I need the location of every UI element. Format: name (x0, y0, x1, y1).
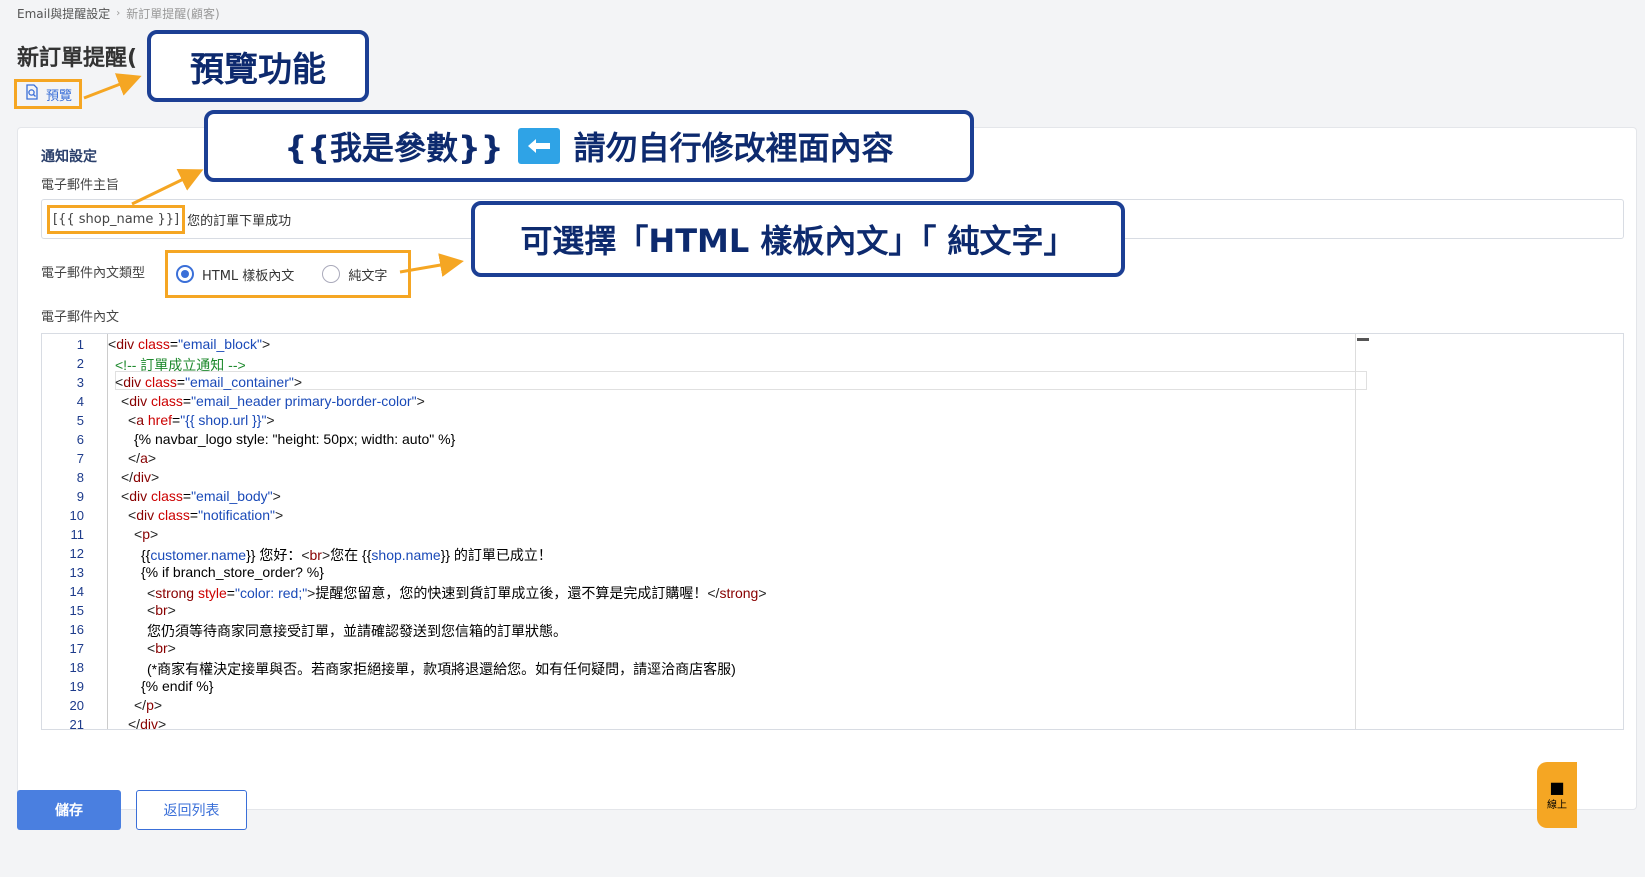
code-editor[interactable]: 1 2 3 4 5 6 7 8 9 10 11 12 13 14 15 16 17 18 19 20 21 <div c… (41, 333, 1624, 730)
subject-text: 您的訂單下單成功 (187, 213, 292, 229)
line-number: 9 (76, 489, 84, 504)
body-type-radio-group: HTML 樣板內文 純文字 (165, 250, 411, 298)
line-number: 2 (76, 356, 84, 371)
breadcrumb-parent-link[interactable]: Email與提醒設定 (17, 5, 110, 22)
preview-label: 預覽 (45, 88, 72, 104)
chat-widget-label: 線上 (1547, 799, 1567, 811)
body-label: 電子郵件內文 (41, 310, 120, 325)
line-number-gutter: 1 2 3 4 5 6 7 8 9 10 11 12 13 14 15 16 17 18 19 20 21 (42, 334, 108, 729)
radio-option-plain-text[interactable]: 純文字 (322, 265, 387, 284)
arrow-left-icon (517, 128, 560, 164)
code-line: </div> (128, 716, 167, 730)
code-line: <div class="email_container"> (115, 374, 303, 390)
chat-icon: ■ (1549, 777, 1565, 797)
radio-button-html[interactable] (176, 265, 194, 283)
callout-param-right: 請勿自行修改裡面內容 (573, 129, 894, 167)
code-line: <br> (147, 602, 176, 618)
line-number: 1 (76, 337, 84, 352)
line-number: 18 (69, 660, 84, 675)
minimap-indicator[interactable] (1357, 338, 1369, 341)
subject-param-highlight: [{{ shop_name }}] (47, 204, 186, 234)
line-number: 10 (69, 508, 84, 523)
radio-label-plain-text: 純文字 (348, 268, 388, 284)
page-title: 新訂單提醒( (17, 46, 138, 71)
line-number: 12 (69, 546, 84, 561)
code-line: </p> (134, 697, 163, 713)
line-number: 16 (69, 622, 84, 637)
code-line: </a> (128, 450, 157, 466)
line-number: 15 (69, 603, 84, 618)
line-number: 19 (69, 679, 84, 694)
back-to-list-button[interactable]: 返回列表 (136, 790, 247, 830)
arrow-preview (83, 73, 142, 100)
line-number: 20 (69, 698, 84, 713)
line-number: 8 (76, 470, 84, 485)
body-type-label: 電子郵件內文類型 (41, 266, 146, 281)
line-number: 11 (70, 527, 85, 542)
section-title: 通知設定 (41, 149, 97, 165)
breadcrumb: Email與提醒設定 › 新訂單提醒(顧客) (17, 5, 220, 22)
code-line: {% endif %} (141, 678, 214, 694)
line-number: 3 (76, 375, 84, 390)
code-line: {% navbar_logo style: "height: 50px; wid… (134, 431, 456, 447)
code-line: <p> (134, 526, 159, 542)
chat-widget[interactable]: ■ 線上 (1537, 762, 1577, 828)
callout-type: 可選擇「HTML 樣板內文」「 純文字」 (471, 201, 1125, 277)
line-number: 13 (69, 565, 84, 580)
code-line: <a href="{{ shop.url }}"> (128, 412, 275, 428)
breadcrumb-current: 新訂單提醒(顧客) (126, 7, 220, 21)
preview-button[interactable]: 預覽 (14, 79, 82, 109)
code-line: </div> (121, 469, 160, 485)
preview-icon (24, 84, 40, 104)
radio-button-plain-text[interactable] (322, 265, 341, 283)
active-line-highlight (115, 371, 1367, 390)
callout-preview: 預覽功能 (147, 30, 369, 102)
save-button[interactable]: 儲存 (17, 790, 121, 830)
code-line: <div class="email_header primary-border-… (121, 393, 425, 409)
code-line: <br> (147, 640, 176, 656)
code-line: {% if branch_store_order? %} (141, 564, 324, 580)
line-number: 4 (76, 394, 84, 409)
code-line: <!-- 訂單成立通知 --> (115, 357, 246, 373)
chevron-right-icon: › (116, 8, 121, 19)
editor-ruler (1355, 334, 1356, 729)
line-number: 21 (69, 717, 84, 730)
line-number: 7 (76, 451, 84, 466)
callout-param: {{我是參數}} 請勿自行修改裡面內容 (204, 110, 974, 182)
line-number: 17 (69, 641, 84, 656)
code-line: <div class="notification"> (128, 507, 284, 523)
subject-label: 電子郵件主旨 (41, 178, 120, 193)
code-line: <div class="email_body"> (121, 488, 281, 504)
code-line: 您仍須等待商家同意接受訂單，並請確認發送到您信箱的訂單狀態。 (147, 623, 567, 639)
line-number: 5 (76, 413, 84, 428)
code-line: <strong style="color: red;">提醒您留意，您的快速到貨… (147, 585, 767, 601)
callout-param-left: {{我是參數}} (284, 129, 504, 167)
code-line: <div class="email_block"> (108, 336, 271, 352)
line-number: 6 (76, 432, 84, 447)
code-line: (*商家有權決定接單與否。若商家拒絕接單，款項將退還給您。如有任何疑問，請逕洽商… (147, 661, 736, 677)
line-number: 14 (69, 584, 84, 599)
radio-option-html[interactable]: HTML 樣板內文 (176, 265, 294, 284)
radio-label-html: HTML 樣板內文 (202, 268, 295, 284)
code-line: {{customer.name}} 您好：<br>您在 {{shop.name}… (141, 547, 552, 563)
